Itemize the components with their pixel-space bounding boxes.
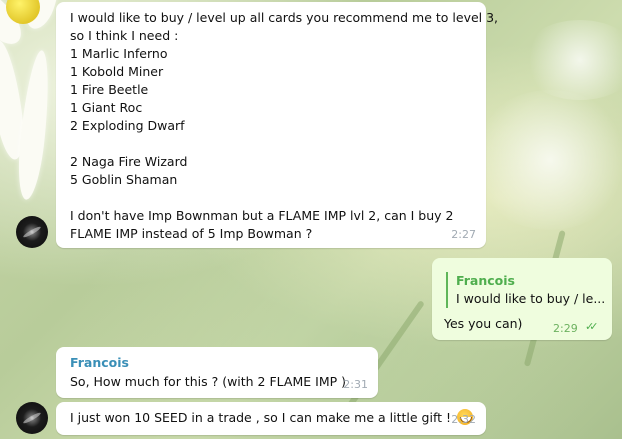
message-line: 2 Exploding Dwarf — [70, 118, 185, 133]
message-line: 1 Kobold Miner — [70, 64, 164, 79]
message-text: Yes you can) — [444, 316, 523, 331]
message-bubble-outgoing[interactable]: Francois I would like to buy / le... Yes… — [432, 258, 612, 340]
message-text-content: I just won 10 SEED in a trade , so I can… — [70, 410, 452, 425]
message-bubble-incoming[interactable]: I just won 10 SEED in a trade , so I can… — [56, 402, 486, 435]
message-time: 2:29 — [553, 322, 578, 335]
quote-text: I would like to buy / le... — [456, 291, 606, 306]
contact-avatar[interactable] — [16, 216, 48, 248]
message-time: 2:27 — [451, 228, 476, 241]
message-line: 5 Goblin Shaman — [70, 172, 178, 187]
contact-avatar[interactable] — [16, 402, 48, 434]
message-line — [70, 189, 498, 207]
message-line: I would like to buy / level up all cards… — [70, 10, 499, 25]
message-bubble-incoming[interactable]: Francois So, How much for this ? (with 2… — [56, 347, 378, 398]
message-time: 2:31 — [343, 378, 368, 391]
message-line: 2 Naga Fire Wizard — [70, 154, 188, 169]
message-line — [70, 135, 498, 153]
message-line: 1 Giant Roc — [70, 100, 143, 115]
sender-name[interactable]: Francois — [70, 354, 129, 372]
message-text: So, How much for this ? (with 2 FLAME IM… — [70, 374, 346, 389]
message-text: I would like to buy / level up all cards… — [70, 9, 498, 243]
message-bubble-incoming[interactable]: I would like to buy / level up all cards… — [56, 2, 498, 248]
message-line: so I think I need : — [70, 28, 179, 43]
message-time: 2:32 — [451, 413, 476, 426]
quote-sender-name: Francois — [456, 273, 515, 288]
message-line: I don't have Imp Bownman but a FLAME IMP… — [70, 208, 454, 223]
message-line: 1 Fire Beetle — [70, 82, 149, 97]
double-check-read-icon: ✓✓ — [585, 320, 599, 333]
message-line: FLAME IMP instead of 5 Imp Bowman ? — [70, 226, 313, 241]
message-line: 1 Marlic Inferno — [70, 46, 168, 61]
reply-quote[interactable]: Francois I would like to buy / le... — [446, 272, 606, 308]
message-text: I just won 10 SEED in a trade , so I can… — [70, 409, 473, 427]
